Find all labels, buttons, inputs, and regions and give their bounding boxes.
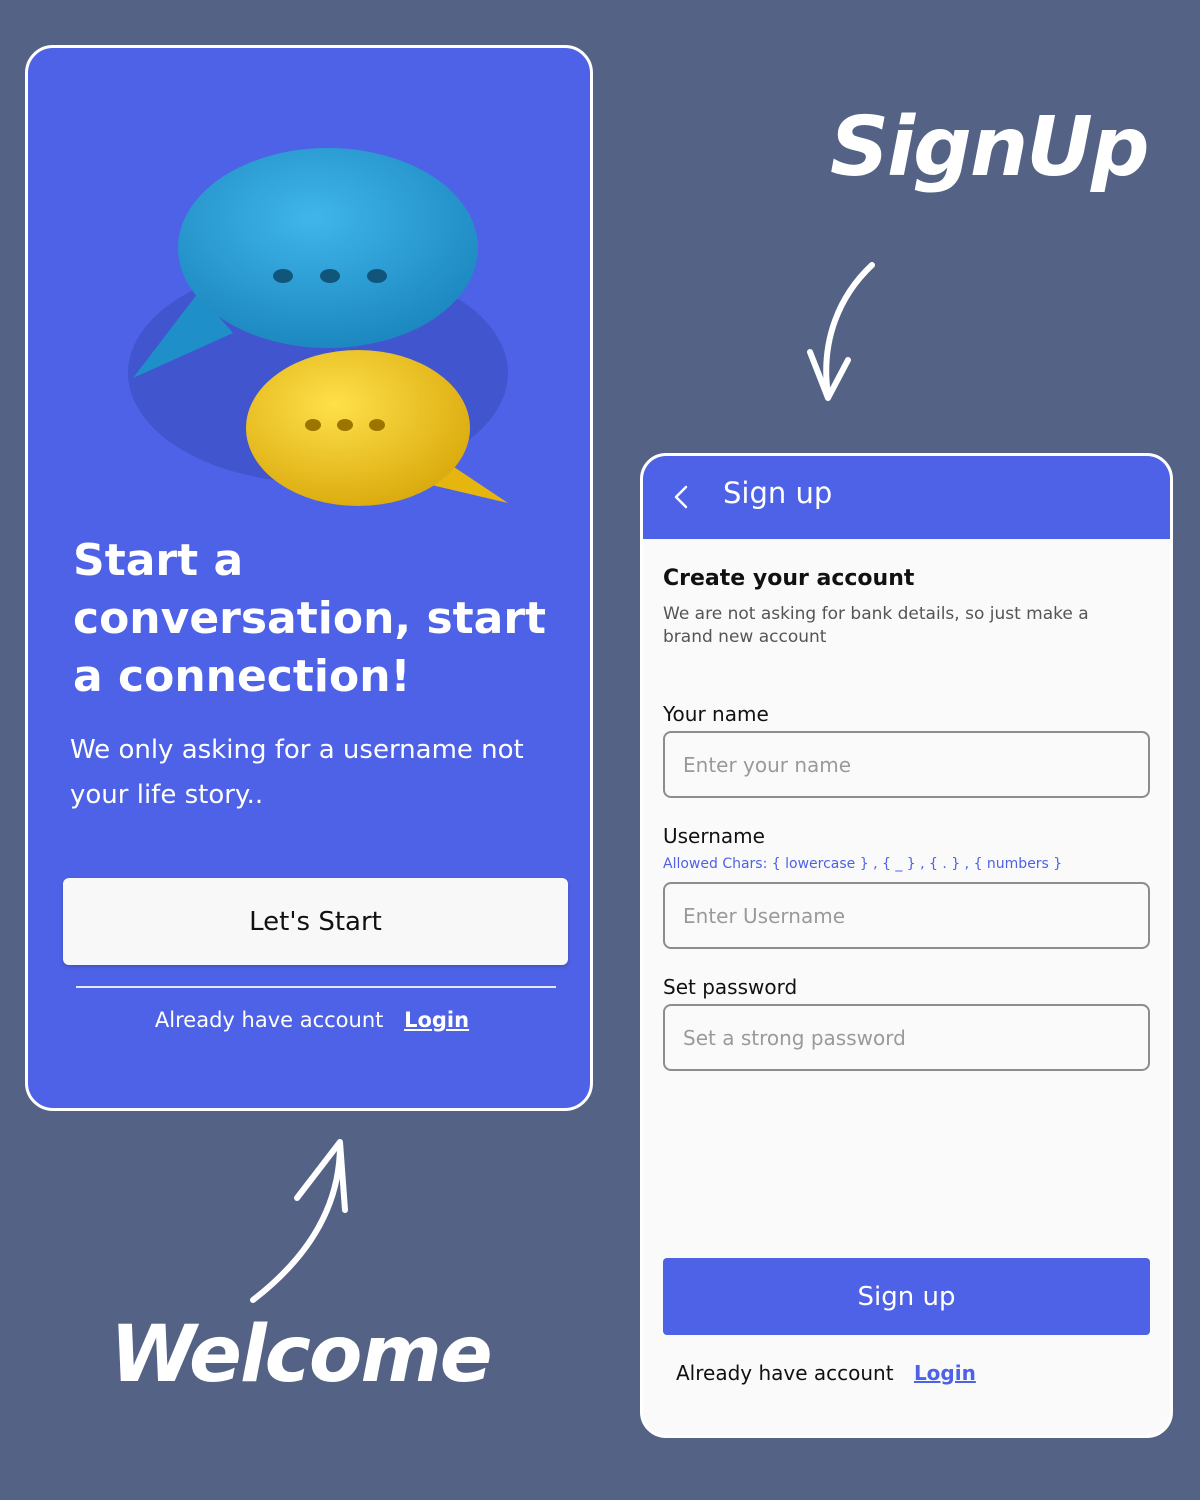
welcome-footer: Already have account Login — [28, 1008, 590, 1032]
curved-arrow-up-icon — [250, 1139, 348, 1303]
name-input[interactable] — [663, 731, 1150, 798]
lets-start-button[interactable]: Let's Start — [63, 878, 568, 965]
password-label: Set password — [663, 975, 798, 999]
password-input[interactable] — [663, 1004, 1150, 1071]
signup-footer: Already have account Login — [676, 1361, 976, 1385]
signup-button[interactable]: Sign up — [663, 1258, 1150, 1335]
welcome-caption: Welcome — [110, 1310, 493, 1400]
app-bar: Sign up — [643, 456, 1170, 539]
welcome-title: Start a conversation, start a connection… — [73, 535, 547, 702]
appbar-title: Sign up — [723, 476, 833, 510]
welcome-subtitle: We only asking for a username not your l… — [70, 735, 524, 810]
already-have-account-text: Already have account — [154, 1008, 384, 1032]
signup-caption: SignUp — [830, 100, 1150, 195]
username-hint: Allowed Chars: { lowercase } , { _ } , {… — [663, 856, 1063, 872]
curved-arrow-down-icon — [807, 262, 875, 401]
name-label: Your name — [663, 702, 769, 726]
chat-bubbles-illustration — [128, 148, 508, 506]
signup-screen: Sign up Create your account We are not a… — [640, 453, 1173, 1438]
welcome-screen: Start a conversation, start a connection… — [25, 45, 593, 1111]
signup-description: We are not asking for bank details, so j… — [663, 604, 1089, 647]
already-have-account-text: Already have account — [676, 1361, 894, 1385]
create-account-heading: Create your account — [663, 566, 915, 591]
login-link[interactable]: Login — [914, 1361, 976, 1385]
login-link[interactable]: Login — [404, 1008, 469, 1032]
divider — [76, 986, 556, 988]
username-label: Username — [663, 824, 765, 848]
username-input[interactable] — [663, 882, 1150, 949]
back-chevron-icon[interactable] — [673, 484, 689, 510]
